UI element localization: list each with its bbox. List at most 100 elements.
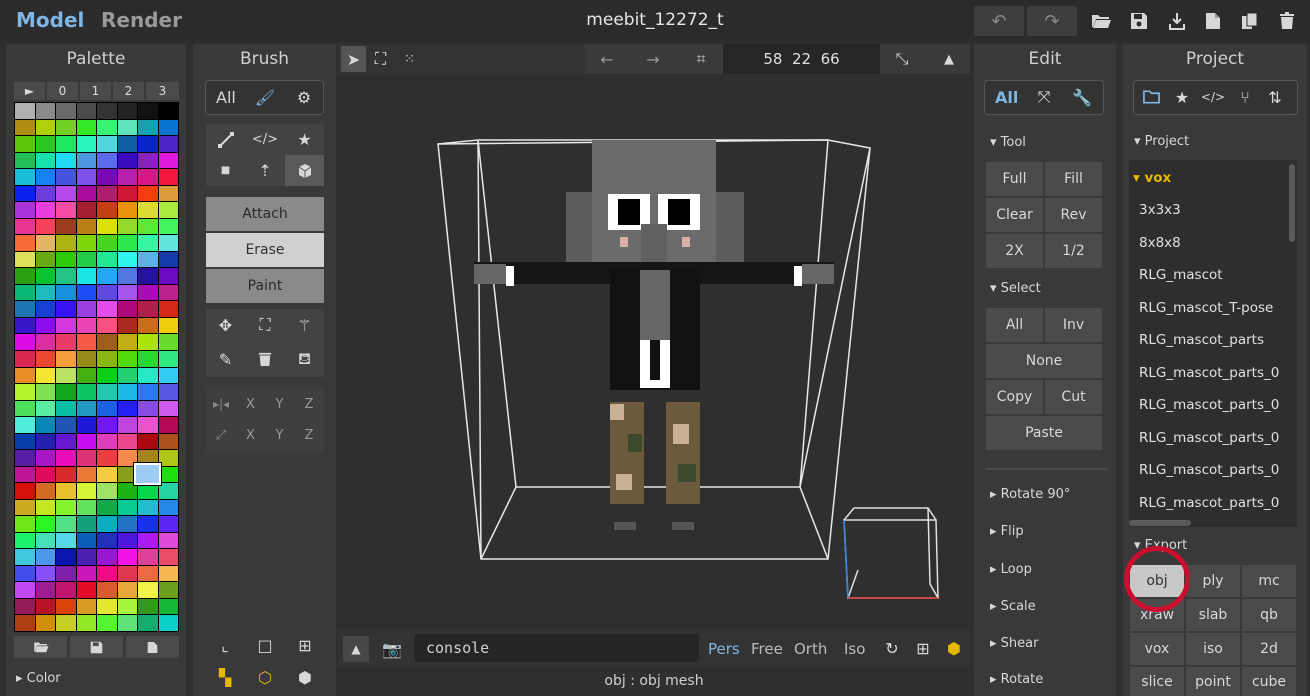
palette-swatch[interactable] bbox=[76, 119, 96, 136]
axis-x-button[interactable]: X bbox=[236, 421, 265, 449]
palette-swatch[interactable] bbox=[15, 516, 35, 532]
palette-swatch[interactable] bbox=[138, 615, 158, 631]
palette-swatch[interactable] bbox=[15, 598, 35, 615]
palette-swatch[interactable] bbox=[158, 202, 178, 218]
palette-swatch[interactable] bbox=[138, 284, 158, 301]
palette-swatch[interactable] bbox=[76, 582, 96, 598]
palette-swatch[interactable] bbox=[35, 152, 55, 169]
erase-button[interactable]: Erase bbox=[206, 233, 324, 267]
palette-swatch[interactable] bbox=[56, 350, 76, 367]
palette-swatch[interactable] bbox=[35, 251, 55, 268]
palette-swatch[interactable] bbox=[97, 235, 117, 251]
palette-swatch[interactable] bbox=[56, 499, 76, 516]
palette-swatch[interactable] bbox=[97, 615, 117, 631]
palette-swatch[interactable] bbox=[76, 549, 96, 565]
palette-swatch[interactable] bbox=[158, 433, 178, 450]
select-none-button[interactable]: None bbox=[986, 344, 1102, 378]
palette-swatch[interactable] bbox=[97, 417, 117, 433]
scale-axis-button[interactable]: ⤢ bbox=[206, 421, 236, 449]
view-free-button[interactable]: Free bbox=[751, 640, 783, 658]
palette-swatch[interactable] bbox=[15, 582, 35, 598]
palette-swatch[interactable] bbox=[15, 615, 35, 631]
palette-swatch[interactable] bbox=[138, 185, 158, 202]
palette-swatch[interactable] bbox=[76, 450, 96, 466]
palette-swatch[interactable] bbox=[35, 301, 55, 317]
select-all-button[interactable]: All bbox=[986, 308, 1043, 342]
palette-swatch[interactable] bbox=[35, 483, 55, 499]
palette-swatch[interactable] bbox=[56, 119, 76, 136]
palette-swatch[interactable] bbox=[158, 218, 178, 235]
mirror-x-button[interactable]: X bbox=[236, 390, 265, 418]
palette-swatch[interactable] bbox=[138, 367, 158, 384]
flip-section-toggle[interactable]: ▸ Flip bbox=[990, 524, 1024, 539]
brush-box-button[interactable] bbox=[285, 155, 324, 186]
palette-swatch[interactable] bbox=[117, 582, 137, 598]
edit-wrench-button[interactable]: 🔧 bbox=[1070, 86, 1094, 108]
palette-swatch[interactable] bbox=[97, 284, 117, 301]
palette-swatch[interactable] bbox=[117, 565, 137, 582]
palette-swatch[interactable] bbox=[158, 235, 178, 251]
palette-tab-play[interactable]: ► bbox=[14, 82, 45, 100]
palette-swatch[interactable] bbox=[117, 417, 137, 433]
mirror-z-button[interactable]: Z bbox=[294, 390, 324, 418]
select-box-button[interactable]: ⛶ bbox=[245, 309, 285, 341]
project-folder-vox[interactable]: ▾ vox bbox=[1133, 170, 1171, 186]
export-point-button[interactable]: point bbox=[1186, 667, 1240, 696]
select-section-toggle[interactable]: ▾ Select bbox=[990, 281, 1041, 296]
palette-swatch[interactable] bbox=[15, 251, 35, 268]
model-mode-tab[interactable]: Model bbox=[16, 8, 84, 32]
palette-swatch[interactable] bbox=[35, 317, 55, 334]
palette-swatch[interactable] bbox=[138, 549, 158, 565]
export-slice-button[interactable]: slice bbox=[1130, 667, 1184, 696]
palette-swatch[interactable] bbox=[158, 119, 178, 136]
delete-button[interactable] bbox=[1272, 6, 1302, 36]
palette-swatch[interactable] bbox=[117, 615, 137, 631]
palette-swatch[interactable] bbox=[97, 301, 117, 317]
palette-swatch[interactable] bbox=[138, 218, 158, 235]
palette-swatch[interactable] bbox=[97, 334, 117, 350]
save-button[interactable] bbox=[1124, 6, 1154, 36]
palette-swatch[interactable] bbox=[138, 582, 158, 598]
palette-swatch[interactable] bbox=[76, 334, 96, 350]
open-folder-button[interactable] bbox=[1086, 6, 1116, 36]
palette-swatch[interactable] bbox=[158, 301, 178, 317]
palette-swatch[interactable] bbox=[117, 235, 137, 251]
palette-swatch[interactable] bbox=[138, 565, 158, 582]
palette-swatch[interactable] bbox=[138, 334, 158, 350]
palette-swatch[interactable] bbox=[56, 433, 76, 450]
palette-swatch[interactable] bbox=[15, 367, 35, 384]
palette-swatch[interactable] bbox=[97, 268, 117, 284]
palette-swatch[interactable] bbox=[138, 483, 158, 499]
palette-swatch[interactable] bbox=[97, 565, 117, 582]
view-grid-button[interactable]: ⊞ bbox=[293, 633, 317, 657]
palette-swatch[interactable] bbox=[15, 532, 35, 549]
palette-swatch[interactable] bbox=[117, 284, 137, 301]
palette-swatch[interactable] bbox=[15, 565, 35, 582]
brush-star-button[interactable]: ★ bbox=[285, 124, 324, 155]
palette-swatch[interactable] bbox=[158, 532, 178, 549]
palette-swatch[interactable] bbox=[15, 334, 35, 350]
palette-swatch[interactable] bbox=[76, 384, 96, 400]
project-item[interactable]: RLG_mascot_parts_0 bbox=[1139, 365, 1279, 381]
palette-swatch[interactable] bbox=[117, 499, 137, 516]
palette-swatch[interactable] bbox=[56, 103, 76, 119]
palette-swatch[interactable] bbox=[56, 235, 76, 251]
brush-filter-all[interactable]: All bbox=[216, 88, 236, 107]
palette-swatch[interactable] bbox=[15, 185, 35, 202]
palette-swatch[interactable] bbox=[76, 565, 96, 582]
edit-expand-button[interactable]: ⤧ bbox=[1032, 86, 1056, 108]
scale-section-toggle[interactable]: ▸ Scale bbox=[990, 599, 1036, 614]
project-list-scrollbar[interactable] bbox=[1289, 164, 1295, 242]
palette-swatch[interactable] bbox=[97, 119, 117, 136]
project-item[interactable]: RLG_mascot_parts_0 bbox=[1139, 462, 1279, 478]
palette-swatch[interactable] bbox=[138, 400, 158, 417]
palette-swatch[interactable] bbox=[56, 301, 76, 317]
palette-swatch[interactable] bbox=[97, 532, 117, 549]
palette-swatch[interactable] bbox=[138, 417, 158, 433]
palette-swatch[interactable] bbox=[15, 119, 35, 136]
tool-full-button[interactable]: Full bbox=[986, 162, 1043, 196]
palette-swatch[interactable] bbox=[158, 450, 178, 466]
view-iso-button[interactable]: Iso bbox=[844, 640, 865, 658]
palette-swatch[interactable] bbox=[138, 516, 158, 532]
palette-swatch[interactable] bbox=[15, 549, 35, 565]
